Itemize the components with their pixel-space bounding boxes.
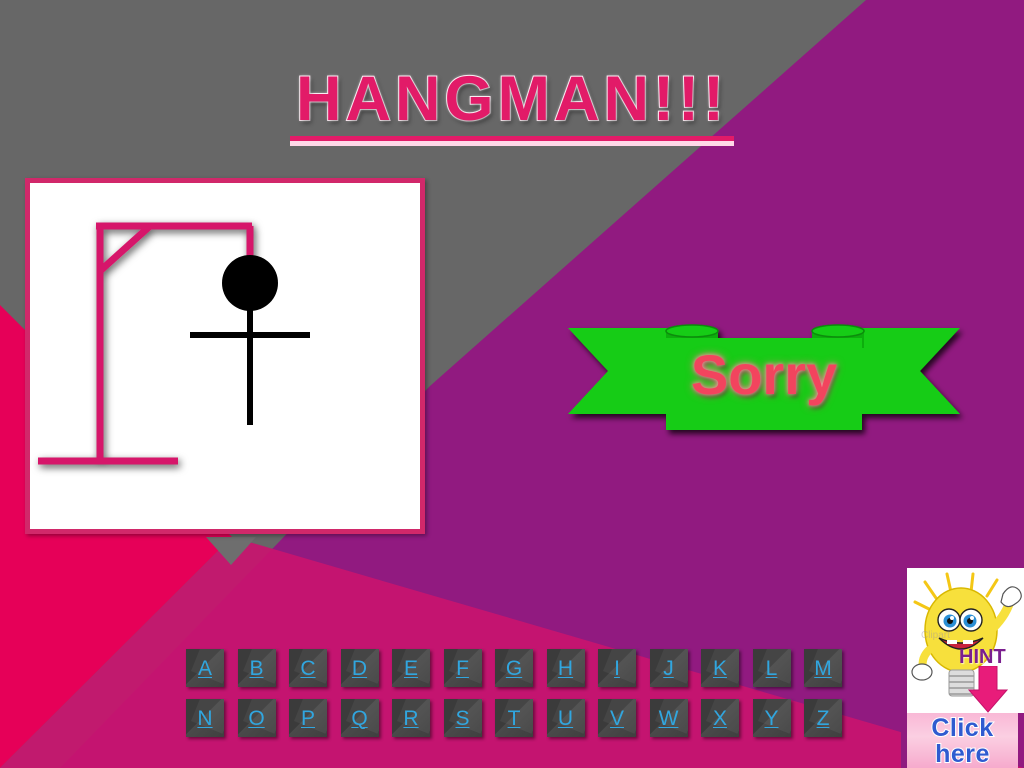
letter-key-u[interactable]: U: [546, 699, 585, 737]
letter-key-j[interactable]: J: [649, 649, 688, 687]
letter-key-label: F: [456, 656, 469, 680]
sorry-banner: Sorry: [566, 316, 962, 432]
letter-key-label: Z: [816, 706, 830, 730]
bulb-hand: [1000, 586, 1022, 608]
letter-key-n[interactable]: N: [186, 699, 224, 737]
letter-key-label: L: [765, 656, 778, 680]
letter-key-w[interactable]: W: [649, 699, 688, 737]
letter-key-r[interactable]: R: [392, 699, 430, 737]
letter-key-label: Q: [351, 706, 368, 730]
letter-key-q[interactable]: Q: [340, 699, 379, 737]
letter-key-s[interactable]: S: [443, 699, 482, 737]
bulb-arm-icon: [988, 586, 1022, 633]
letter-key-i[interactable]: I: [598, 649, 636, 687]
letter-key-label: J: [663, 656, 674, 680]
page-title: HANGMAN!!!: [290, 65, 734, 142]
letter-key-label: V: [609, 706, 624, 730]
letter-key-g[interactable]: G: [495, 649, 533, 687]
letter-key-label: A: [197, 656, 212, 680]
letter-key-v[interactable]: V: [598, 699, 636, 737]
letter-key-label: G: [505, 656, 523, 680]
letter-key-label: B: [249, 656, 264, 680]
hangman-gallows-drawing: [38, 222, 310, 465]
hint-click-here-button[interactable]: Click here: [907, 713, 1018, 768]
letter-key-label: K: [712, 656, 727, 680]
letter-key-b[interactable]: B: [237, 649, 276, 687]
letter-key-z[interactable]: Z: [804, 699, 842, 737]
letter-key-label: E: [403, 656, 418, 680]
ribbon-shape: [568, 324, 960, 430]
gallows-brace: [97, 223, 153, 274]
letter-key-h[interactable]: H: [546, 649, 585, 687]
hint-label: HINT: [959, 646, 1006, 668]
letter-key-label: I: [614, 656, 620, 680]
letter-key-e[interactable]: E: [392, 649, 430, 687]
letter-key-label: T: [507, 706, 521, 730]
alphabet-keyboard[interactable]: A B C D E F G H I J K L M N O P Q R S T U V W X Y Z: [186, 649, 842, 749]
hint-down-arrow-icon: [967, 666, 1009, 713]
hint-watermark: Clipart: [921, 630, 950, 641]
letter-key-label: O: [248, 706, 265, 730]
letter-key-label: R: [403, 706, 419, 730]
letter-key-p[interactable]: P: [289, 699, 327, 737]
letter-key-label: P: [300, 706, 315, 730]
gallows-structure: [38, 222, 254, 465]
letter-key-x[interactable]: X: [701, 699, 739, 737]
click-here-line-1: Click: [930, 714, 994, 742]
bulb-hand-lower-icon: [911, 646, 933, 681]
letter-key-k[interactable]: K: [701, 649, 739, 687]
ribbon-roll-left: [665, 324, 719, 338]
letter-key-t[interactable]: T: [495, 699, 533, 737]
letter-key-l[interactable]: L: [752, 649, 791, 687]
letter-key-f[interactable]: F: [443, 649, 482, 687]
letter-key-label: W: [658, 706, 679, 730]
letter-key-label: Y: [764, 706, 779, 730]
letter-key-c[interactable]: C: [289, 649, 327, 687]
letter-key-label: D: [351, 656, 368, 680]
letter-key-label: X: [712, 706, 727, 730]
hint-image-frame: Clipart HINT: [901, 568, 1024, 713]
letter-key-y[interactable]: Y: [752, 699, 791, 737]
letter-key-a[interactable]: A: [186, 649, 224, 687]
hint-panel[interactable]: Clipart HINT Click here: [901, 568, 1024, 768]
letter-key-label: H: [557, 656, 574, 680]
ribbon-center-panel: [666, 338, 862, 430]
letter-key-label: C: [300, 656, 316, 680]
ribbon-roll-right: [811, 324, 865, 338]
letter-key-m[interactable]: M: [804, 649, 842, 687]
letter-key-label: S: [455, 706, 470, 730]
letter-key-d[interactable]: D: [340, 649, 379, 687]
hangman-slide: HANGMAN!!! Sorry A B C D E F G H I J K L…: [0, 0, 1024, 768]
figure-head: [222, 255, 278, 311]
click-here-line-2: here: [934, 739, 990, 768]
letter-key-label: M: [814, 656, 832, 680]
letter-key-o[interactable]: O: [237, 699, 276, 737]
letter-key-label: N: [197, 706, 213, 730]
hangman-figure: [190, 255, 310, 425]
letter-key-label: U: [557, 706, 574, 730]
title-block: HANGMAN!!!: [0, 65, 1024, 142]
hangman-picture-frame: [25, 178, 425, 534]
